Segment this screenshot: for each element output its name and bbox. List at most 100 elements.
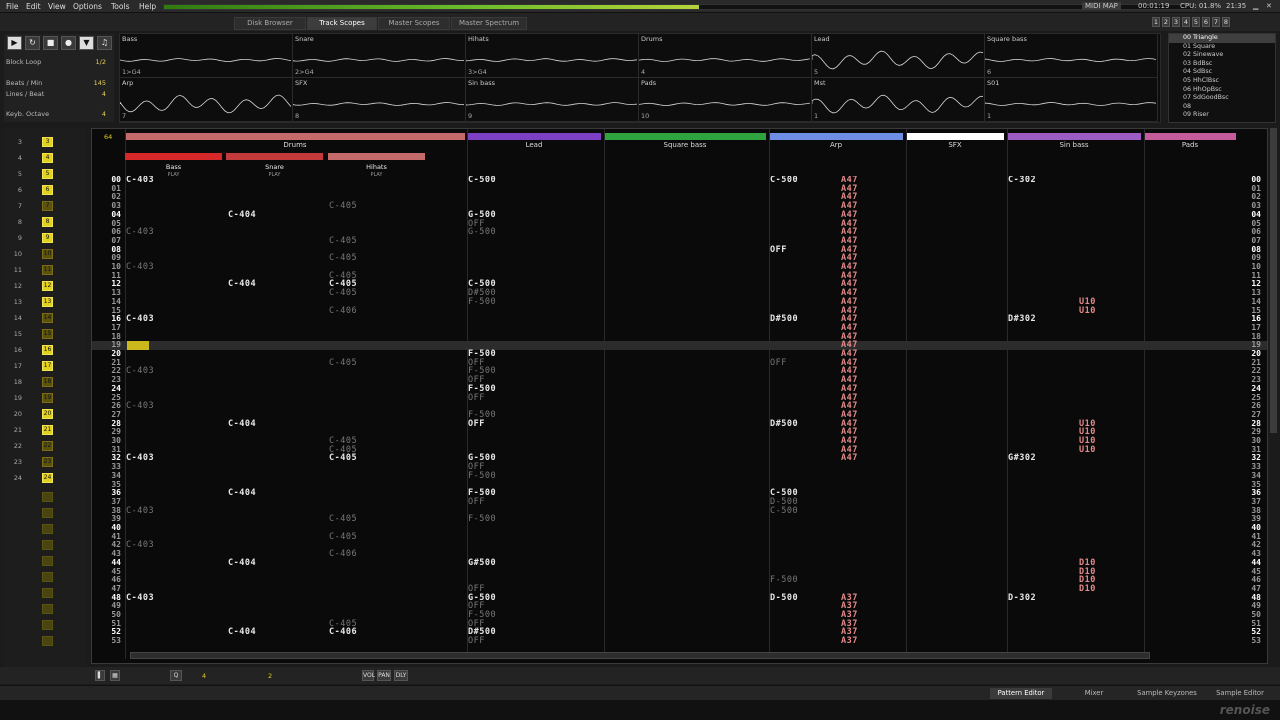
note-cell[interactable]: C-403 bbox=[126, 176, 154, 185]
note-cell[interactable]: G-500 bbox=[468, 228, 496, 237]
note-cell[interactable]: C-405 bbox=[329, 515, 357, 524]
step-icon[interactable]: Q bbox=[170, 670, 182, 681]
sequence-slot[interactable]: 24 24 bbox=[8, 472, 82, 484]
note-cell[interactable]: C-405 bbox=[329, 202, 357, 211]
track-name[interactable]: Sin bass bbox=[1007, 141, 1141, 149]
instrument-item[interactable]: 02 Sinewave bbox=[1169, 51, 1275, 60]
layout-icon[interactable]: ▌ bbox=[95, 670, 105, 681]
note-cell[interactable]: OFF bbox=[468, 637, 485, 646]
subtrack-name[interactable]: Bass bbox=[125, 163, 222, 171]
note-cell[interactable]: C-403 bbox=[126, 367, 154, 376]
sequence-pattern-block[interactable]: 10 bbox=[42, 249, 53, 259]
note-cell[interactable]: C-500 bbox=[770, 176, 798, 185]
sequence-slot[interactable]: 19 19 bbox=[8, 392, 82, 404]
sequence-slot[interactable]: 77 bbox=[8, 200, 82, 212]
note-cell[interactable]: D-302 bbox=[1008, 593, 1036, 603]
note-cell[interactable]: C-404 bbox=[228, 280, 256, 289]
instrument-item[interactable]: 08 bbox=[1169, 103, 1275, 112]
note-cell[interactable]: C-302 bbox=[1008, 176, 1036, 185]
sequence-pattern-block[interactable]: 11 bbox=[42, 265, 53, 275]
sequence-empty-slot[interactable] bbox=[42, 604, 53, 614]
note-cell[interactable]: OFF bbox=[468, 498, 485, 507]
minimize-icon[interactable]: ▁ bbox=[1253, 2, 1258, 10]
tab-master-scopes[interactable]: Master Scopes bbox=[378, 17, 450, 30]
note-cell[interactable]: C-405 bbox=[329, 454, 357, 463]
sequence-empty-slot[interactable] bbox=[42, 620, 53, 630]
sequence-slot[interactable]: 22 22 bbox=[8, 440, 82, 452]
tab-disk-browser[interactable]: Disk Browser bbox=[234, 17, 306, 30]
note-cell[interactable]: OFF bbox=[770, 245, 787, 255]
bpm-value[interactable]: 145 bbox=[94, 79, 106, 87]
note-cell[interactable]: F-500 bbox=[468, 515, 496, 524]
note-cell[interactable]: C-404 bbox=[228, 419, 256, 429]
sequence-pattern-block[interactable]: 13 bbox=[42, 297, 53, 307]
track-name[interactable]: SFX bbox=[906, 141, 1004, 149]
scope-5[interactable]: Square bass 6 bbox=[985, 34, 1158, 78]
num-button-3[interactable]: 3 bbox=[1172, 17, 1180, 27]
pattern-horizontal-scrollbar[interactable] bbox=[130, 652, 1150, 659]
note-cell[interactable]: C-406 bbox=[329, 306, 357, 316]
sequence-pattern-block[interactable]: 24 bbox=[42, 473, 53, 483]
fx-cell[interactable]: A37 bbox=[841, 637, 858, 646]
sequence-empty-slot[interactable] bbox=[42, 524, 53, 534]
note-cell[interactable]: C-404 bbox=[228, 211, 256, 220]
sequence-slot[interactable]: 18 18 bbox=[8, 376, 82, 388]
sequence-pattern-block[interactable]: 22 bbox=[42, 441, 53, 451]
scope-10[interactable]: Mst 1 bbox=[812, 78, 985, 122]
metronome-icon[interactable]: ♫ bbox=[97, 36, 112, 50]
sequence-slot[interactable]: 14 14 bbox=[8, 312, 82, 324]
instrument-item[interactable]: 04 SdBsc bbox=[1169, 68, 1275, 77]
instrument-item[interactable]: 06 HhOpBsc bbox=[1169, 86, 1275, 95]
scope-8[interactable]: Sin bass 9 bbox=[466, 78, 639, 122]
note-cell[interactable]: D#302 bbox=[1008, 315, 1036, 324]
scope-9[interactable]: Pads 10 bbox=[639, 78, 812, 122]
num-button-4[interactable]: 4 bbox=[1182, 17, 1190, 27]
scope-7[interactable]: SFX 8 bbox=[293, 78, 466, 122]
note-cell[interactable]: G#302 bbox=[1008, 454, 1036, 463]
note-cell[interactable]: C-406 bbox=[329, 628, 357, 637]
num-button-2[interactable]: 2 bbox=[1162, 17, 1170, 27]
note-cell[interactable]: C-403 bbox=[126, 506, 154, 516]
note-cell[interactable]: C-404 bbox=[228, 559, 256, 568]
lpb-value[interactable]: 4 bbox=[102, 90, 106, 98]
scope-6[interactable]: Arp 7 bbox=[120, 78, 293, 122]
note-cell[interactable]: C-404 bbox=[228, 489, 256, 498]
follow-icon[interactable]: ▼ bbox=[79, 36, 94, 50]
sequence-empty-slot[interactable] bbox=[42, 556, 53, 566]
sequence-pattern-block[interactable]: 20 bbox=[42, 409, 53, 419]
sequence-pattern-block[interactable]: 12 bbox=[42, 281, 53, 291]
octave-step-value[interactable]: 2 bbox=[268, 672, 272, 680]
num-button-6[interactable]: 6 bbox=[1202, 17, 1210, 27]
sequence-pattern-block[interactable]: 3 bbox=[42, 137, 53, 147]
fx-cell[interactable]: U10 bbox=[1079, 306, 1096, 316]
num-button-7[interactable]: 7 bbox=[1212, 17, 1220, 27]
sequence-pattern-block[interactable]: 19 bbox=[42, 393, 53, 403]
subtrack-name[interactable]: Hihats bbox=[328, 163, 425, 171]
note-cell[interactable]: C-403 bbox=[126, 454, 154, 463]
note-cell[interactable]: OFF bbox=[770, 358, 787, 368]
sequence-slot[interactable]: 55 bbox=[8, 168, 82, 180]
sequence-pattern-block[interactable]: 21 bbox=[42, 425, 53, 435]
fx-cell[interactable]: U10 bbox=[1079, 445, 1096, 455]
menu-options[interactable]: Options bbox=[73, 2, 102, 11]
sequence-slot[interactable]: 17 17 bbox=[8, 360, 82, 372]
sequence-slot[interactable]: 13 13 bbox=[8, 296, 82, 308]
sequence-pattern-block[interactable]: 9 bbox=[42, 233, 53, 243]
tab-sample-keyzones[interactable]: Sample Keyzones bbox=[1132, 688, 1202, 699]
sequence-slot[interactable]: 66 bbox=[8, 184, 82, 196]
sequence-pattern-block[interactable]: 8 bbox=[42, 217, 53, 227]
instrument-list[interactable]: 00 Triangle 01 Square 02 Sinewave 03 BdBsc 0… bbox=[1168, 33, 1276, 123]
sequence-pattern-block[interactable]: 18 bbox=[42, 377, 53, 387]
tab-mixer[interactable]: Mixer bbox=[1060, 688, 1128, 699]
dly-toggle[interactable]: DLY bbox=[394, 670, 408, 681]
scope-1[interactable]: Snare 2>G4 bbox=[293, 34, 466, 78]
note-cell[interactable]: C-500 bbox=[468, 176, 496, 185]
sequence-empty-slot[interactable] bbox=[42, 492, 53, 502]
note-cell[interactable]: OFF bbox=[468, 419, 485, 429]
menu-tools[interactable]: Tools bbox=[111, 2, 129, 11]
tab-track-scopes[interactable]: Track Scopes bbox=[307, 17, 377, 30]
instrument-item[interactable]: 09 Riser bbox=[1169, 111, 1275, 120]
note-cell[interactable]: C-404 bbox=[228, 628, 256, 637]
sequence-pattern-block[interactable]: 4 bbox=[42, 153, 53, 163]
note-cell[interactable]: C-403 bbox=[126, 228, 154, 237]
